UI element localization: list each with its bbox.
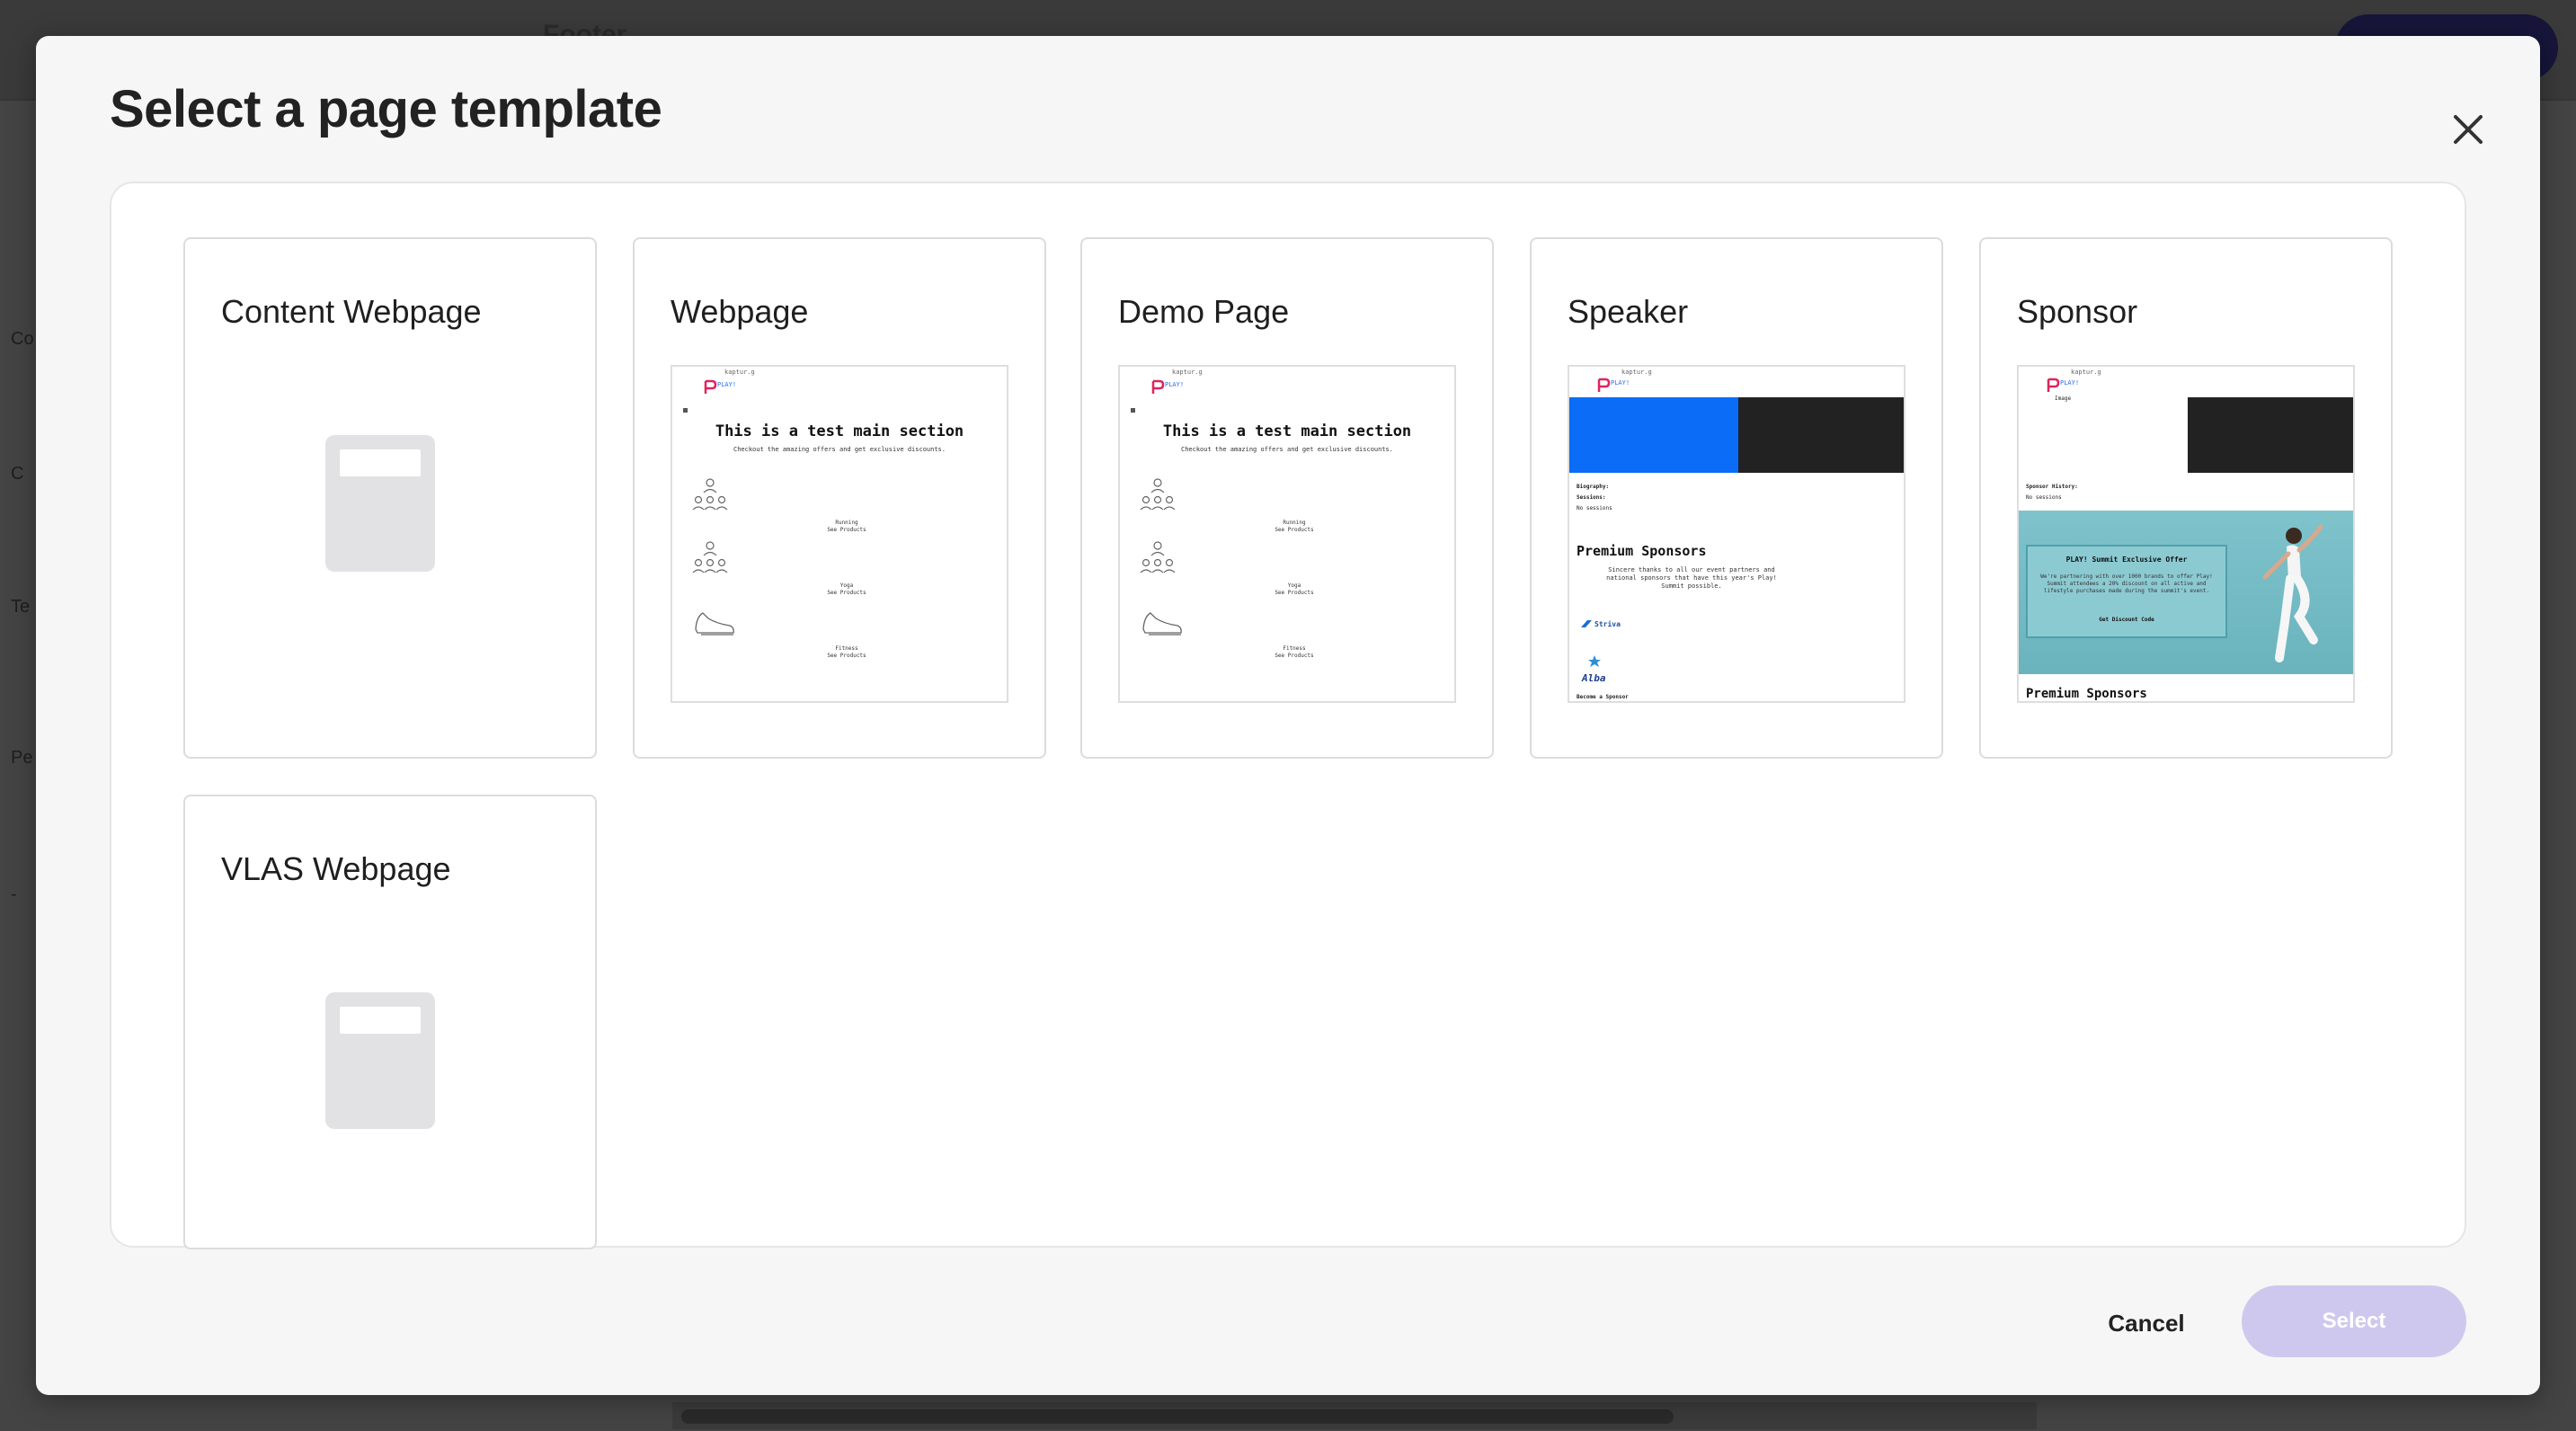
template-card-title: Demo Page (1118, 293, 1290, 330)
template-card-webpage[interactable]: Webpage kaptur.g PLAY! This is a test ma… (633, 237, 1046, 759)
thumb-url: kaptur.g (1621, 369, 1652, 376)
thumb-no-sessions: No sessions (2026, 494, 2062, 501)
thumb-yoga: Yoga (839, 582, 854, 589)
thumb-running: Running (835, 520, 858, 526)
athlete-figure (2262, 524, 2323, 662)
thumb-striva: Striva (1594, 620, 1621, 628)
thumb-main-section: This is a test main section (715, 422, 964, 440)
template-card-title: Webpage (671, 293, 809, 330)
play-logo-icon (704, 379, 717, 394)
background-scrollbar-thumb (681, 1409, 1674, 1424)
select-button[interactable]: Select (2242, 1285, 2466, 1357)
thumb-play-label: PLAY! (2060, 379, 2080, 387)
thumb-url: kaptur.g (1172, 369, 1203, 376)
thumb-premium-sponsors: Premium Sponsors (2026, 687, 2147, 701)
cancel-button[interactable]: Cancel (2042, 1287, 2251, 1359)
template-card-title: VLAS Webpage (221, 850, 451, 887)
background-side-label: Pe (11, 748, 33, 768)
thumb-see-products: See Products (1275, 527, 1314, 533)
thumb-play-label: PLAY! (717, 381, 737, 388)
template-picker-modal: Select a page template Content Webpage W… (36, 36, 2540, 1395)
template-card-sponsor[interactable]: Sponsor kaptur.g PLAY! Image Sponsor His… (1979, 237, 2393, 759)
thumb-play-label: PLAY! (1611, 379, 1630, 387)
thumb-offer-title: PLAY! Summit Exclusive Offer (2065, 556, 2188, 564)
thumb-sponsor-history: Sponsor History: (2026, 484, 2078, 490)
thumb-biography: Biography: (1577, 484, 1610, 490)
thumb-image-label: Image (2055, 396, 2072, 402)
thumb-sessions: Sessions: (1577, 494, 1606, 501)
page-placeholder-icon (325, 992, 435, 1129)
thumb-main-sub: Checkout the amazing offers and get excl… (733, 446, 946, 453)
thumb-premium-sponsors: Premium Sponsors (1577, 543, 1707, 559)
thumb-fitness: Fitness (1283, 645, 1306, 652)
people-icon (692, 541, 728, 573)
play-logo-icon (1597, 378, 1611, 392)
thumb-see-products: See Products (1275, 590, 1314, 596)
sponsor-dark-block (2188, 397, 2353, 473)
template-preview-thumbnail: kaptur.g PLAY! Image Sponsor History: No… (2017, 365, 2355, 703)
template-card-title: Sponsor (2017, 293, 2138, 330)
play-logo-icon (2047, 378, 2060, 392)
template-preview-thumbnail: kaptur.g PLAY! This is a test main secti… (671, 365, 1008, 703)
sponsor-offer-banner: PLAY! Summit Exclusive Offer We're partn… (2019, 511, 2353, 674)
background-side-label: Co (11, 329, 34, 349)
modal-title: Select a page template (110, 80, 662, 138)
template-card-vlas-webpage[interactable]: VLAS Webpage (183, 795, 597, 1249)
shoe-icon (1142, 612, 1182, 636)
people-icon (692, 478, 728, 511)
speaker-dark-block (1738, 397, 1904, 473)
template-card-title: Speaker (1568, 293, 1689, 330)
thumb-url: kaptur.g (724, 369, 755, 376)
thumb-alba: Alba (1582, 672, 1606, 684)
template-preview-thumbnail: kaptur.g PLAY! Biography: Sessions: No s… (1568, 365, 1905, 703)
people-icon (1140, 478, 1176, 511)
alba-logo-icon (1588, 655, 1601, 667)
background-side-label: Te (11, 597, 31, 617)
speaker-image-block (1569, 397, 1738, 473)
offer-box: PLAY! Summit Exclusive Offer We're partn… (2026, 545, 2227, 638)
thumb-yoga: Yoga (1287, 582, 1301, 589)
thumb-main-sub: Checkout the amazing offers and get excl… (1180, 446, 1393, 453)
close-icon (2454, 115, 2483, 144)
background-side-label: - (11, 884, 17, 904)
play-logo-icon (1151, 379, 1165, 394)
thumb-play-label: PLAY! (1165, 381, 1185, 388)
thumb-see-products: See Products (827, 527, 866, 533)
striva-logo-icon (1581, 620, 1592, 627)
thumb-url: kaptur.g (2071, 369, 2101, 376)
people-icon (1140, 541, 1176, 573)
background-side-label: C (11, 464, 24, 484)
shoe-icon (695, 612, 734, 636)
page-placeholder-icon (325, 435, 435, 572)
thumb-no-sessions: No sessions (1577, 505, 1612, 511)
template-preview-thumbnail: kaptur.g PLAY! This is a test main secti… (1118, 365, 1456, 703)
close-button[interactable] (2448, 110, 2488, 149)
menu-icon (683, 408, 688, 413)
thumb-offer-text: We're partnering with over 1000 brands t… (2040, 573, 2213, 594)
thumb-running: Running (1283, 520, 1306, 526)
template-card-speaker[interactable]: Speaker kaptur.g PLAY! Biography: Sessio… (1530, 237, 1943, 759)
template-grid: Content Webpage Webpage kaptur.g PLAY! T… (110, 182, 2466, 1249)
thumb-premium-sub: Sincere thanks to all our event partners… (1606, 566, 1777, 590)
thumb-see-products: See Products (1275, 653, 1314, 659)
template-card-content-webpage[interactable]: Content Webpage (183, 237, 597, 759)
template-card-demo-page[interactable]: Demo Page kaptur.g PLAY! This is a test … (1080, 237, 1494, 759)
template-card-title: Content Webpage (221, 293, 482, 330)
menu-icon (1131, 408, 1135, 413)
thumb-discount-code: Get Discount Code (2099, 617, 2154, 623)
thumb-see-products: See Products (827, 653, 866, 659)
thumb-see-products: See Products (827, 590, 866, 596)
thumb-become-sponsor: Become a Sponsor (1577, 694, 1629, 700)
thumb-main-section: This is a test main section (1162, 422, 1412, 440)
thumb-fitness: Fitness (835, 645, 858, 652)
